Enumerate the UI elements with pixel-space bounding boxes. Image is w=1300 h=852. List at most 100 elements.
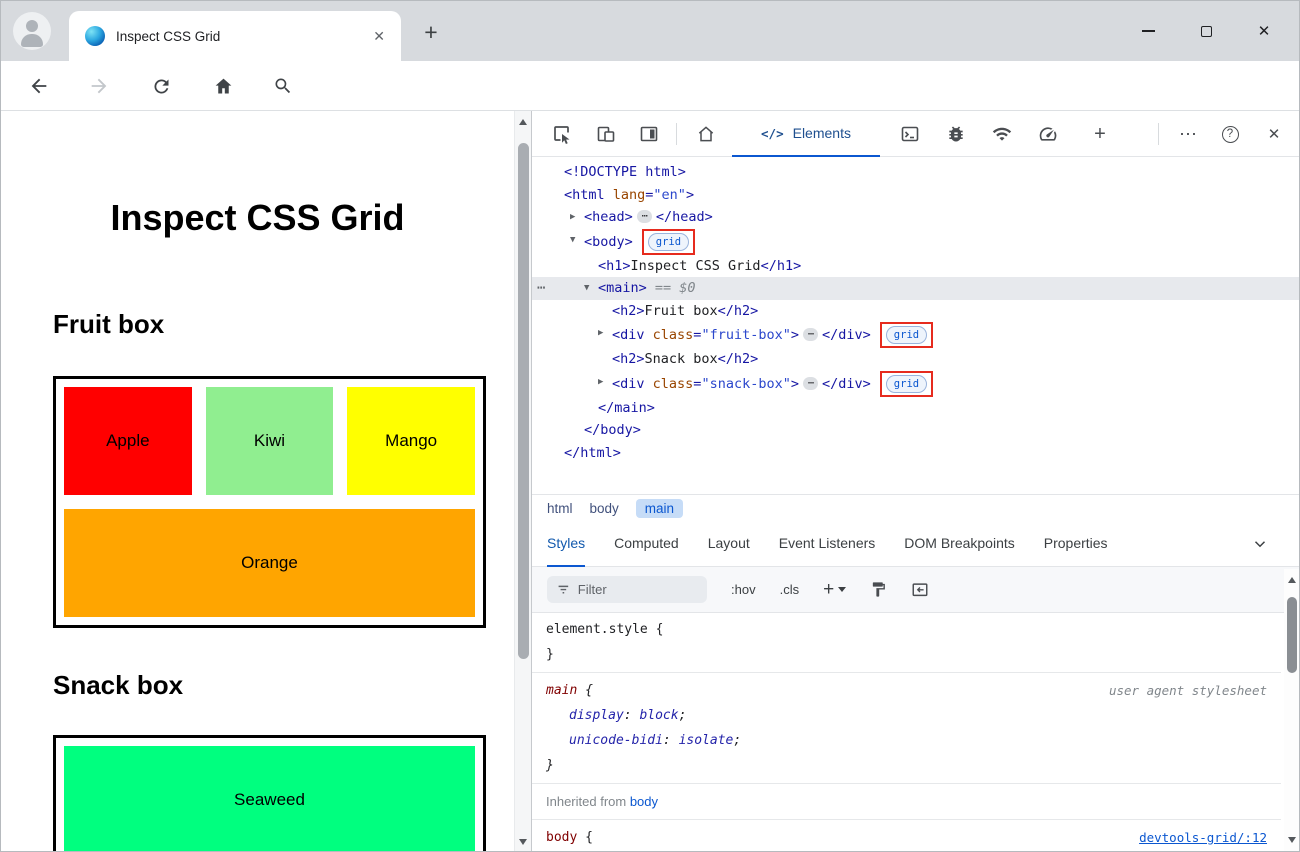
styles-scrollbar[interactable] <box>1284 569 1300 851</box>
breadcrumb-item-main[interactable]: main <box>636 499 683 518</box>
code-token: </div> <box>822 376 871 392</box>
browser-tab[interactable]: Inspect CSS Grid ✕ <box>69 11 401 61</box>
dom-tree-row[interactable]: <h2>Fruit box</h2> <box>532 300 1300 323</box>
dom-tree-row[interactable]: ⋯▼<main> == $0 <box>532 277 1300 300</box>
search-button[interactable] <box>263 66 303 106</box>
expand-arrow-icon[interactable]: ▶ <box>598 322 603 345</box>
code-token: > <box>791 376 799 392</box>
devtools-home-button[interactable] <box>688 116 724 152</box>
dom-tree-row[interactable]: <!DOCTYPE html> <box>532 161 1300 184</box>
performance-button[interactable] <box>1030 116 1066 152</box>
maximize-icon <box>1201 26 1212 37</box>
window-close-button[interactable]: ✕ <box>1235 1 1293 61</box>
inherited-node-link[interactable]: body <box>630 794 658 809</box>
tab-computed[interactable]: Computed <box>614 521 679 567</box>
home-button[interactable] <box>203 66 243 106</box>
dom-tree-row[interactable]: </body> <box>532 419 1300 442</box>
device-toolbar-icon <box>596 124 616 144</box>
dom-tree-row[interactable]: ▼<body>grid <box>532 229 1300 255</box>
tab-event-listeners[interactable]: Event Listeners <box>779 521 876 567</box>
code-token: <!DOCTYPE html> <box>564 164 686 180</box>
section-divider <box>532 783 1281 784</box>
maximize-button[interactable] <box>1177 1 1235 61</box>
tab-styles[interactable]: Styles <box>547 521 585 567</box>
chevron-down-icon[interactable] <box>1251 535 1269 556</box>
minimize-button[interactable] <box>1119 1 1177 61</box>
sidebar-toggle-button[interactable] <box>911 581 929 599</box>
dom-tree-row[interactable]: </html> <box>532 442 1300 465</box>
back-button[interactable] <box>19 66 59 106</box>
grid-badge[interactable]: grid <box>886 375 927 393</box>
page-scrollbar-thumb[interactable] <box>518 143 529 659</box>
caret-down-icon[interactable] <box>838 587 846 592</box>
avatar-person-icon <box>21 34 43 47</box>
stylesheet-source-link[interactable]: devtools-grid/:12 <box>1139 825 1267 850</box>
tab-close-icon[interactable]: ✕ <box>373 28 385 45</box>
devtools-help-button[interactable]: ? <box>1212 116 1248 152</box>
console-button[interactable] <box>892 116 928 152</box>
grid-badge[interactable]: grid <box>648 233 689 251</box>
filter-input-wrap[interactable] <box>547 576 707 603</box>
fruit-box-grid: AppleKiwiMangoOrange <box>53 376 486 628</box>
expand-arrow-icon[interactable]: ▶ <box>598 371 603 394</box>
tab-elements[interactable]: </> Elements <box>732 111 880 157</box>
tab-layout[interactable]: Layout <box>708 521 750 567</box>
inline-expand-icon[interactable]: ⋯ <box>637 210 652 223</box>
scroll-down-icon[interactable] <box>519 839 527 845</box>
collapse-arrow-icon[interactable]: ▼ <box>584 277 589 300</box>
code-token: </main> <box>598 400 655 416</box>
new-tab-button[interactable]: + <box>415 16 447 48</box>
network-conditions-button[interactable] <box>984 116 1020 152</box>
toolbar-divider <box>1158 123 1159 145</box>
dom-tree-row[interactable]: <html lang="en"> <box>532 184 1300 207</box>
hover-state-button[interactable]: :hov <box>731 582 756 597</box>
devtools-close-button[interactable]: ✕ <box>1256 116 1292 152</box>
edge-favicon-icon <box>85 26 105 46</box>
styles-row-prop[interactable]: display: block; <box>532 703 1281 728</box>
row-menu-icon[interactable]: ⋯ <box>537 277 544 300</box>
collapse-arrow-icon[interactable]: ▼ <box>570 229 575 252</box>
page-scrollbar[interactable] <box>514 111 531 852</box>
styles-tab-bar: Styles Computed Layout Event Listeners D… <box>532 521 1300 567</box>
new-style-rule-button[interactable]: + <box>823 579 834 601</box>
devtools-more-button[interactable]: ⋯ <box>1170 116 1206 152</box>
inline-expand-icon[interactable]: ⋯ <box>803 377 818 390</box>
css-token: } <box>546 647 554 662</box>
add-tools-button[interactable]: + <box>1082 116 1118 152</box>
scroll-up-icon[interactable] <box>519 119 527 125</box>
dom-tree-row[interactable]: ▶<head>⋯</head> <box>532 206 1300 229</box>
dom-tree-row[interactable]: ▶<div class="fruit-box">⋯</div>grid <box>532 322 1300 348</box>
dom-tree-row[interactable]: <h1>Inspect CSS Grid</h1> <box>532 255 1300 278</box>
profile-avatar[interactable] <box>13 12 51 50</box>
dom-tree-row[interactable]: <h2>Snack box</h2> <box>532 348 1300 371</box>
code-brackets-icon: </> <box>761 126 784 141</box>
back-arrow-icon <box>28 75 50 97</box>
scroll-down-icon[interactable] <box>1288 837 1296 843</box>
refresh-button[interactable] <box>141 66 181 106</box>
inspect-element-button[interactable] <box>544 116 580 152</box>
paint-roller-button[interactable] <box>870 581 887 598</box>
dock-side-button[interactable] <box>631 116 667 152</box>
breadcrumb-item-html[interactable]: html <box>547 501 573 516</box>
css-token: { <box>648 622 664 637</box>
breadcrumb-item-body[interactable]: body <box>590 501 619 516</box>
expand-arrow-icon[interactable]: ▶ <box>570 206 575 229</box>
tab-properties[interactable]: Properties <box>1044 521 1108 567</box>
styles-row-prop[interactable]: unicode-bidi: isolate; <box>532 728 1281 753</box>
scroll-up-icon[interactable] <box>1288 577 1296 583</box>
filter-input[interactable] <box>578 582 697 597</box>
inline-expand-icon[interactable]: ⋯ <box>803 328 818 341</box>
device-emulation-button[interactable] <box>588 116 624 152</box>
tab-dom-breakpoints[interactable]: DOM Breakpoints <box>904 521 1014 567</box>
dom-tree-row[interactable]: ▶<div class="snack-box">⋯</div>grid <box>532 371 1300 397</box>
performance-gauge-icon <box>1038 124 1058 144</box>
issues-bug-button[interactable] <box>938 116 974 152</box>
dom-tree-row[interactable]: </main> <box>532 397 1300 420</box>
styles-scrollbar-thumb[interactable] <box>1287 597 1297 673</box>
title-bar: Inspect CSS Grid ✕ + ✕ <box>1 1 1299 61</box>
grid-badge[interactable]: grid <box>886 326 927 344</box>
forward-button[interactable] <box>79 66 119 106</box>
annotation-red-box: grid <box>642 229 695 255</box>
css-token: : <box>663 733 679 748</box>
class-state-button[interactable]: .cls <box>780 582 800 597</box>
